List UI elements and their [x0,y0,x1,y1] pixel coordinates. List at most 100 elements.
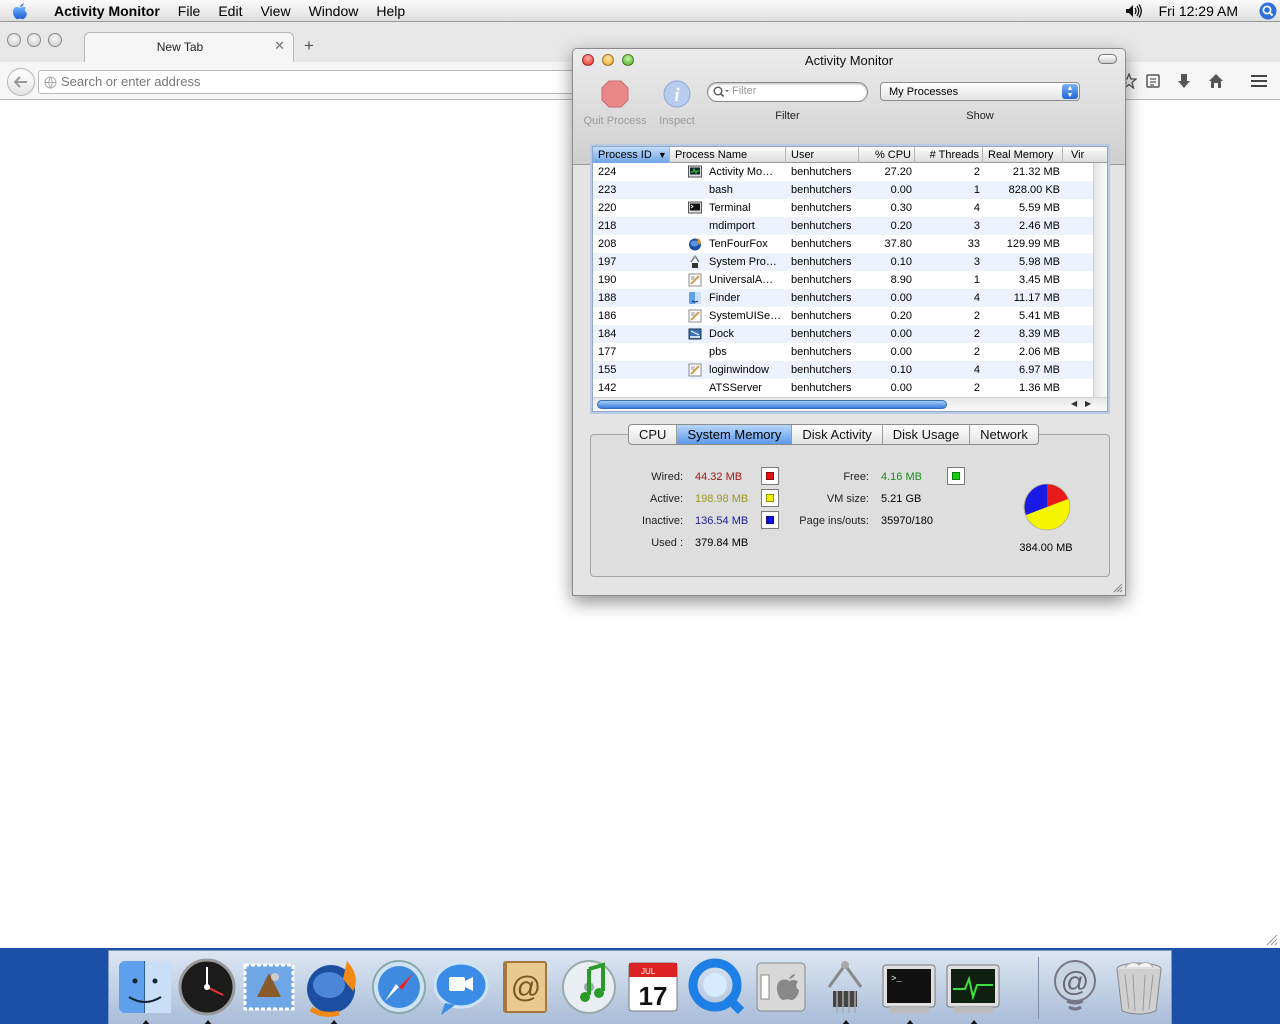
svg-text:@: @ [511,971,541,1004]
menu-edit[interactable]: Edit [209,0,251,22]
new-tab-button[interactable]: + [304,36,314,56]
table-row[interactable]: 224 Activity Mo… benhutchers 27.20 2 21.32 MB [593,163,1095,181]
tab-cpu[interactable]: CPU [629,425,678,444]
cell-threads: 2 [973,310,980,322]
show-processes-select[interactable]: My Processes ▲ ▼ [880,82,1080,101]
dock-system-preferences-icon[interactable] [751,957,813,1019]
column-header-real-memory[interactable]: Real Memory [983,147,1063,163]
toolbar-toggle-button[interactable] [1098,54,1117,64]
column-header-virtual-memory[interactable]: Vir [1063,147,1107,163]
filter-input[interactable] [732,85,862,97]
resize-grip-icon[interactable] [1113,583,1123,593]
address-bar[interactable] [38,70,598,94]
back-icon[interactable] [7,68,35,96]
dock-activity-monitor-icon[interactable] [943,957,1005,1024]
generic-app-icon [688,363,702,377]
dock-system-profiler-icon[interactable] [815,957,877,1024]
table-row[interactable]: 177 pbs benhutchers 0.00 2 2.06 MB [593,343,1095,361]
table-row[interactable]: 186 SystemUISe… benhutchers 0.20 2 5.41 MB [593,307,1095,325]
tab-system-memory[interactable]: System Memory [677,425,793,444]
filter-search-field[interactable] [707,82,868,102]
apple-icon[interactable] [0,0,40,22]
table-row[interactable]: 223 bash benhutchers 0.00 1 828.00 KB [593,181,1095,199]
menu-view[interactable]: View [251,0,299,22]
address-input[interactable] [61,74,581,89]
cell-process-id: 155 [598,364,617,376]
search-icon [713,86,729,98]
inactive-color-swatch[interactable] [761,511,779,529]
table-row[interactable]: 190 UniversalA… benhutchers 8.90 1 3.45 MB [593,271,1095,289]
cell-cpu: 0.00 [890,292,912,304]
browser-zoom-button[interactable] [48,33,62,47]
quit-process-button[interactable]: Quit Process [581,79,649,127]
tab-close-icon[interactable]: ✕ [274,38,285,54]
cell-cpu: 37.80 [884,238,912,250]
dock-safari-icon[interactable] [369,957,431,1019]
dock-finder-icon[interactable] [115,957,177,1024]
wired-label: Wired: [651,471,683,483]
menu-help[interactable]: Help [367,0,414,22]
table-row[interactable]: 188 Finder benhutchers 0.00 4 11.17 MB [593,289,1095,307]
menu-window[interactable]: Window [300,0,368,22]
tab-disk-usage[interactable]: Disk Usage [883,425,971,444]
reading-list-icon[interactable] [1143,72,1163,90]
tab-disk-activity[interactable]: Disk Activity [792,425,883,444]
cell-threads: 4 [973,202,980,214]
menu-icon[interactable] [1249,72,1269,90]
browser-minimize-button[interactable] [27,33,41,47]
dock-terminal-icon[interactable]: >_ [879,957,941,1024]
cell-process-id: 190 [598,274,617,286]
column-header-process-id[interactable]: Process ID ▼ [593,147,670,163]
menu-clock[interactable]: Fri 12:29 AM [1145,3,1256,19]
inspect-button[interactable]: i Inspect [653,79,701,127]
menu-app-name[interactable]: Activity Monitor [40,0,169,22]
free-color-swatch[interactable] [947,467,965,485]
tab-network[interactable]: Network [970,425,1038,444]
volume-icon[interactable] [1123,0,1145,22]
window-resize-corner-icon[interactable] [1266,934,1278,946]
dock-dashboard-icon[interactable] [177,957,239,1024]
table-row[interactable]: 220 Terminal benhutchers 0.30 4 5.59 MB [593,199,1095,217]
cell-real-memory: 828.00 KB [1008,184,1060,196]
dock-quicktime-icon[interactable] [687,957,749,1019]
column-header-threads[interactable]: # Threads [915,147,983,163]
table-row[interactable]: 197 System Pro… benhutchers 0.10 3 5.98 MB [593,253,1095,271]
column-header-cpu[interactable]: % CPU [859,147,915,163]
table-row[interactable]: 142 ATSServer benhutchers 0.00 2 1.36 MB [593,379,1095,397]
menu-file[interactable]: File [169,0,210,22]
spotlight-icon[interactable] [1256,0,1280,22]
used-value: 379.84 MB [695,537,749,549]
dock-ichat-icon[interactable] [431,957,493,1019]
wired-color-swatch[interactable] [761,467,779,485]
table-row[interactable]: 155 loginwindow benhutchers 0.10 4 6.97 MB [593,361,1095,379]
table-row[interactable]: 208 TenFourFox benhutchers 37.80 33 129.99 MB [593,235,1095,253]
cell-threads: 1 [973,184,980,196]
dock-ical-icon[interactable]: JUL 17 [623,957,685,1019]
download-icon[interactable] [1174,72,1194,90]
cell-user: benhutchers [791,166,852,178]
column-header-process-name[interactable]: Process Name [670,147,786,163]
dock-mail-icon[interactable] [239,957,301,1019]
dock-trash-icon[interactable] [1109,957,1171,1019]
browser-close-button[interactable] [7,33,21,47]
activity-monitor-window: Activity Monitor Quit Process i Inspect … [572,48,1126,596]
active-color-swatch[interactable] [761,489,779,507]
dock-address-book-icon[interactable]: @ [495,957,557,1019]
table-row[interactable]: 184 Dock benhutchers 0.00 2 8.39 MB [593,325,1095,343]
dock-downloads-stack-icon[interactable]: @ [1045,957,1107,1019]
home-icon[interactable] [1206,72,1226,90]
horizontal-scrollbar[interactable]: ◀ ▶ [593,397,1107,411]
cell-process-name: TenFourFox [709,238,768,250]
browser-tab-new-tab[interactable]: New Tab ✕ [84,32,294,62]
column-header-user[interactable]: User [786,147,859,163]
scrollbar-thumb[interactable] [597,400,947,409]
vertical-scrollbar[interactable] [1093,163,1107,397]
scroll-right-icon[interactable]: ▶ [1085,399,1091,408]
cell-process-name: SystemUISe… [709,310,782,322]
cell-process-id: 218 [598,220,617,232]
cell-threads: 2 [973,346,980,358]
table-row[interactable]: 218 mdimport benhutchers 0.20 3 2.46 MB [593,217,1095,235]
dock-itunes-icon[interactable] [559,957,621,1019]
dock-tenfourfox-icon[interactable] [303,957,365,1024]
scroll-left-icon[interactable]: ◀ [1071,399,1077,408]
